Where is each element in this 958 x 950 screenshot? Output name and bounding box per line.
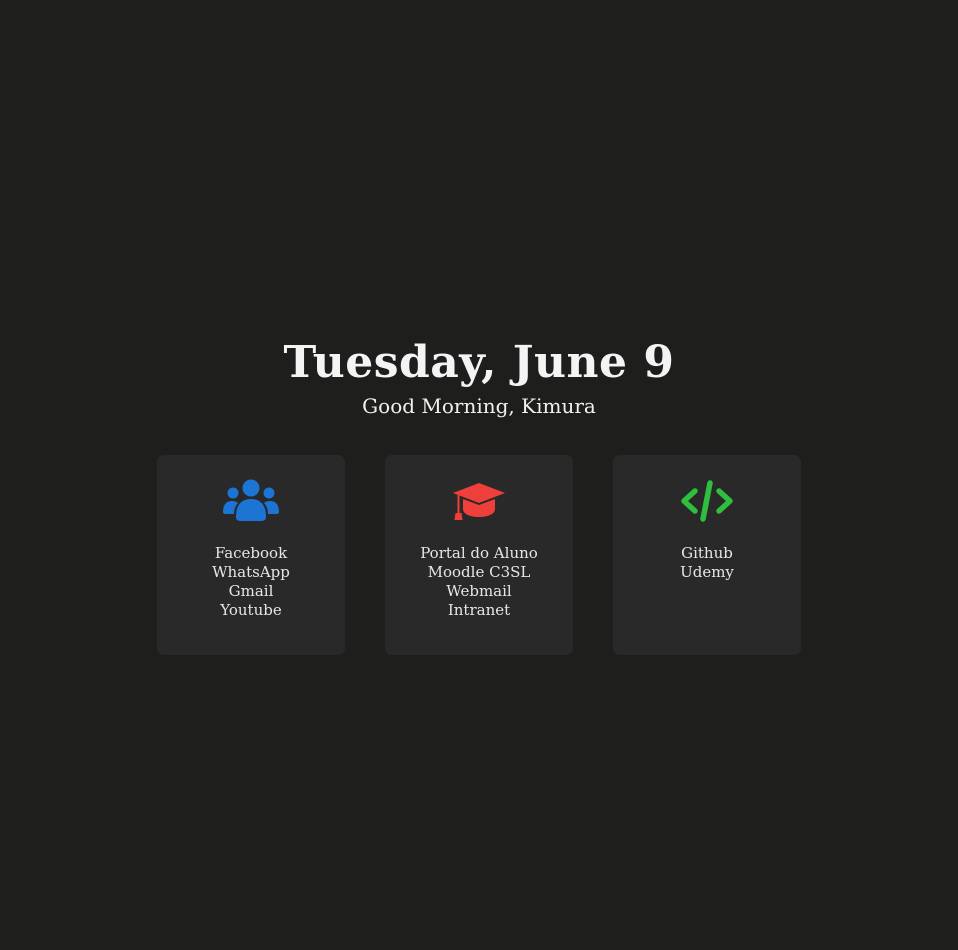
graduation-cap-icon bbox=[453, 483, 505, 520]
date-heading: Tuesday, June 9 bbox=[283, 337, 675, 389]
social-links-card: Facebook WhatsApp Gmail Youtube bbox=[157, 455, 345, 655]
users-icon bbox=[223, 479, 279, 521]
link-whatsapp[interactable]: WhatsApp bbox=[157, 563, 345, 582]
link-youtube[interactable]: Youtube bbox=[157, 601, 345, 620]
link-portal-do-aluno[interactable]: Portal do Aluno bbox=[385, 544, 573, 563]
link-github[interactable]: Github bbox=[613, 544, 801, 563]
link-webmail[interactable]: Webmail bbox=[385, 582, 573, 601]
social-links-list: Facebook WhatsApp Gmail Youtube bbox=[157, 544, 345, 620]
link-udemy[interactable]: Udemy bbox=[613, 563, 801, 582]
link-facebook[interactable]: Facebook bbox=[157, 544, 345, 563]
link-gmail[interactable]: Gmail bbox=[157, 582, 345, 601]
university-links-card: Portal do Aluno Moodle C3SL Webmail Intr… bbox=[385, 455, 573, 655]
university-links-list: Portal do Aluno Moodle C3SL Webmail Intr… bbox=[385, 544, 573, 620]
link-intranet[interactable]: Intranet bbox=[385, 601, 573, 620]
link-moodle-c3sl[interactable]: Moodle C3SL bbox=[385, 563, 573, 582]
dev-links-list: Github Udemy bbox=[613, 544, 801, 582]
greeting-text: Good Morning, Kimura bbox=[362, 394, 596, 418]
dev-links-card: Github Udemy bbox=[613, 455, 801, 655]
code-icon bbox=[681, 480, 733, 522]
startpage: Tuesday, June 9 Good Morning, Kimura Fac… bbox=[0, 0, 958, 950]
